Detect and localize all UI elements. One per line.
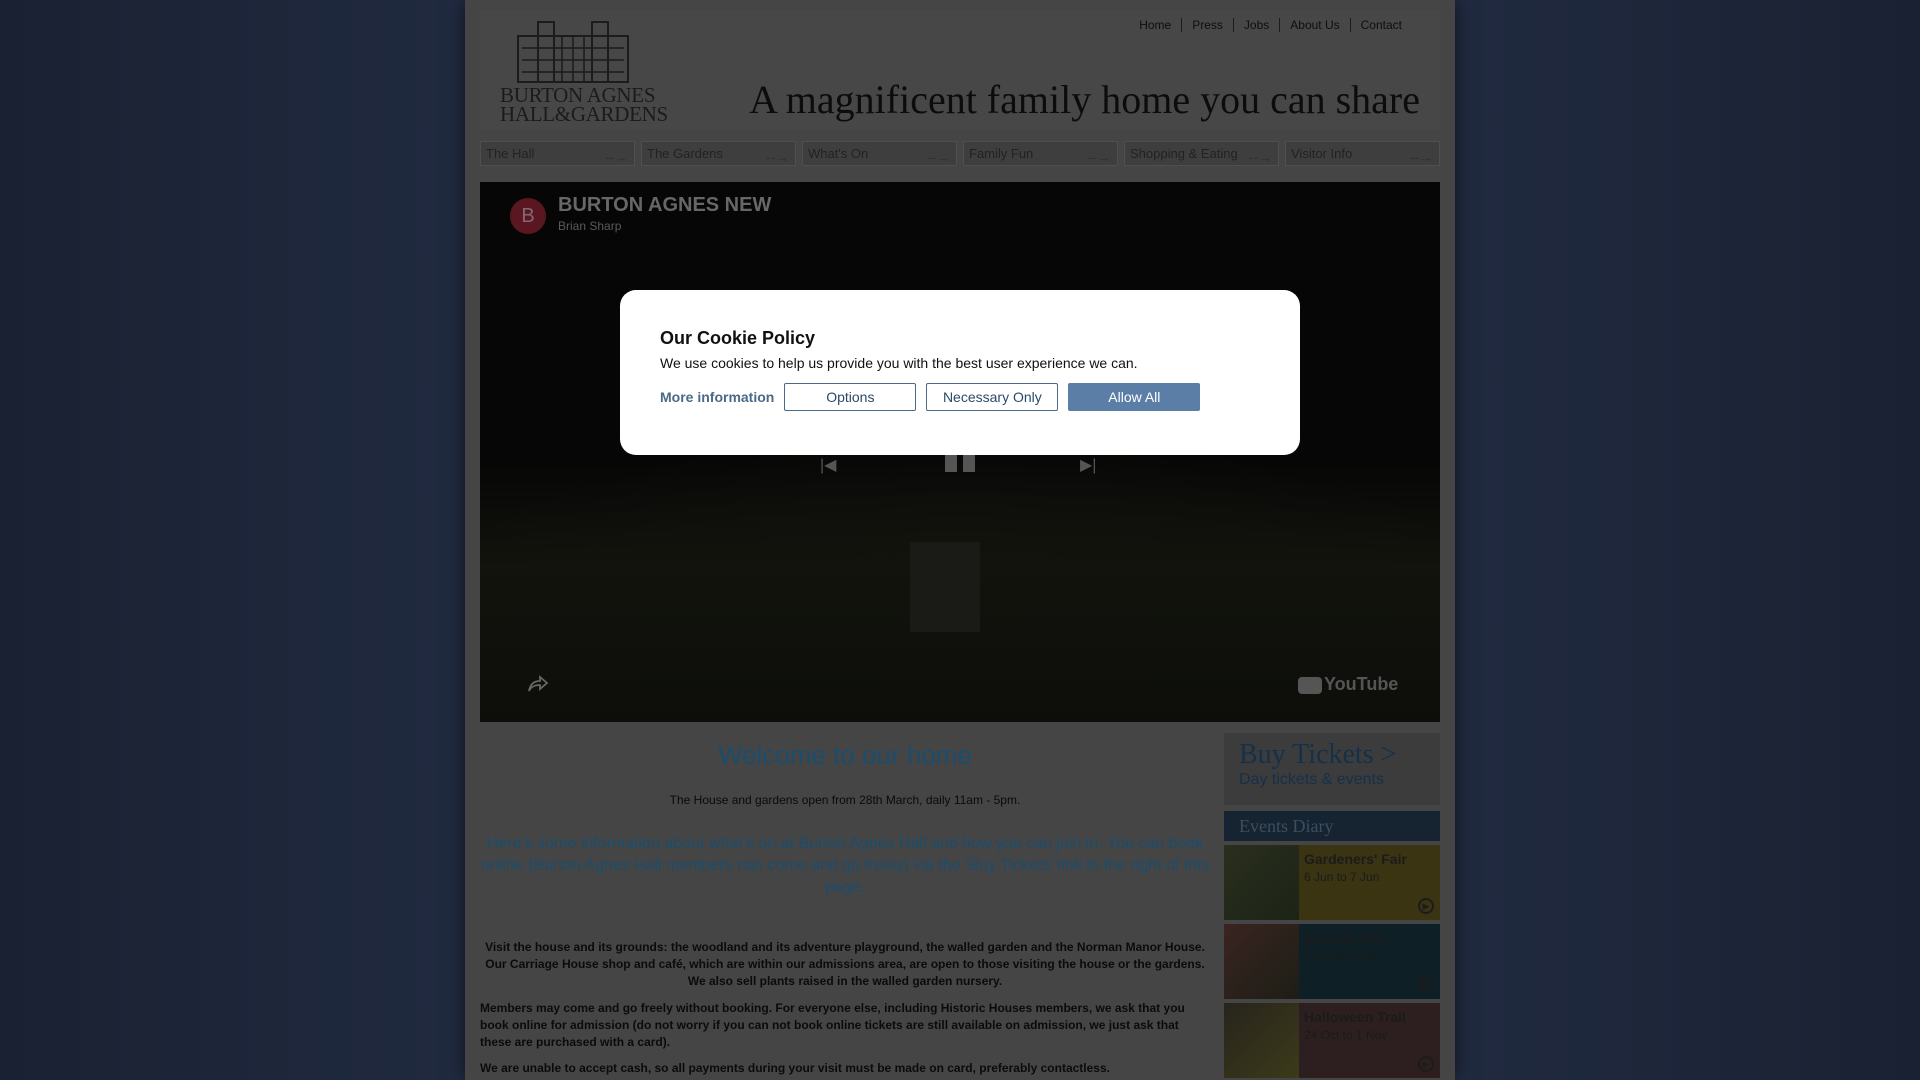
cookie-dialog: Our Cookie Policy We use cookies to help… [620,290,1300,455]
allow-all-button[interactable]: Allow All [1068,383,1201,411]
more-information-link[interactable]: More information [660,389,774,405]
modal-overlay: Our Cookie Policy We use cookies to help… [0,0,1920,1080]
cookie-actions: More information Options Necessary Only … [660,383,1260,411]
options-button[interactable]: Options [784,383,917,411]
cookie-text: We use cookies to help us provide you wi… [660,355,1138,371]
cookie-title: Our Cookie Policy [660,328,816,348]
necessary-only-button[interactable]: Necessary Only [926,383,1059,411]
